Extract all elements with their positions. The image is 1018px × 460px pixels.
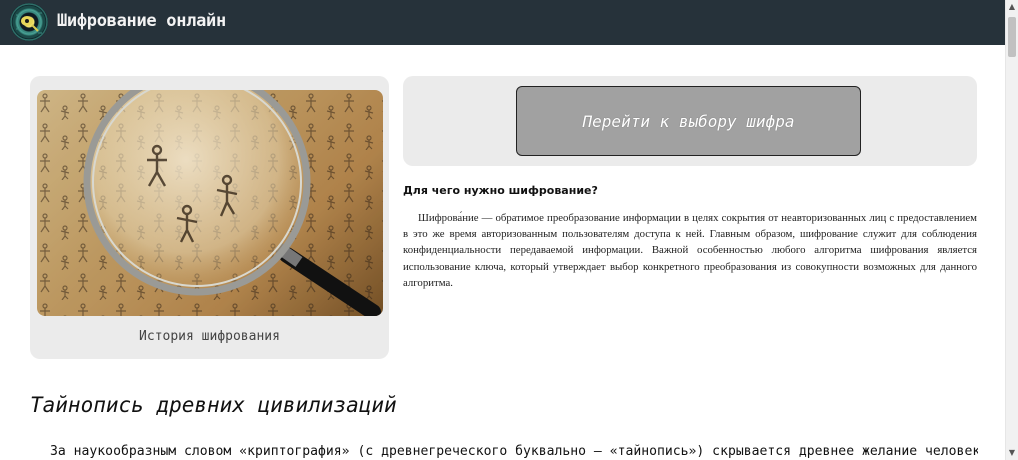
section-text: За наукообразным словом «криптография» (… <box>50 444 978 459</box>
cipher-logo-icon[interactable] <box>10 3 48 41</box>
card-caption[interactable]: История шифрования <box>30 329 389 344</box>
scroll-up-icon[interactable]: ▲ <box>1006 1 1018 13</box>
magnifier-image <box>37 90 383 316</box>
site-header: Шифрование онлайн <box>0 0 1018 45</box>
choose-cipher-button[interactable]: Перейти к выбору шифра <box>516 86 861 156</box>
scroll-down-icon[interactable]: ▼ <box>1006 447 1018 459</box>
article-paragraph: Шифрова́ние — обратимое преобразование и… <box>403 212 977 289</box>
site-title[interactable]: Шифрование онлайн <box>57 11 226 31</box>
article-question: Для чего нужно шифрование? <box>403 184 598 197</box>
scroll-thumb[interactable] <box>1008 17 1016 57</box>
vertical-scrollbar[interactable]: ▲ ▼ <box>1005 0 1018 460</box>
cipher-select-panel: Перейти к выбору шифра <box>403 76 977 166</box>
history-card[interactable]: История шифрования <box>30 76 389 359</box>
section-title: Тайнопись древних цивилизаций <box>30 393 397 417</box>
